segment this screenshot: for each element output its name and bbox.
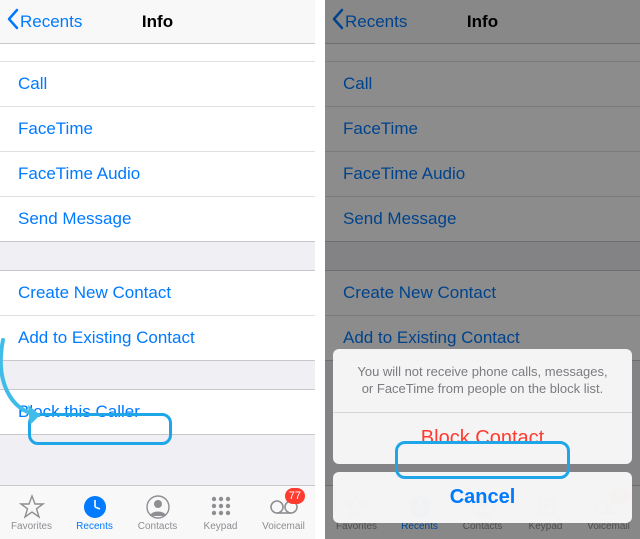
back-button[interactable]: Recents	[6, 8, 82, 35]
page-title: Info	[142, 12, 173, 32]
tab-voicemail[interactable]: 77 Voicemail	[252, 486, 315, 539]
sheet-message: You will not receive phone calls, messag…	[333, 349, 632, 413]
star-icon	[19, 494, 45, 520]
content: Call FaceTime FaceTime Audio Send Messag…	[0, 44, 315, 485]
tab-label: Favorites	[11, 521, 52, 532]
actions-group-3: Block this Caller	[0, 389, 315, 435]
actions-group-1: Call FaceTime FaceTime Audio Send Messag…	[0, 44, 315, 242]
screens-gap	[315, 0, 325, 539]
call-row[interactable]: Call	[0, 62, 315, 107]
add-existing-contact-row[interactable]: Add to Existing Contact	[0, 316, 315, 360]
tab-contacts[interactable]: Contacts	[126, 486, 189, 539]
right-screen: Recents Info Call FaceTime FaceTime Audi…	[325, 0, 640, 539]
tab-label: Recents	[76, 521, 113, 532]
truncated-row	[0, 44, 315, 62]
tab-label: Contacts	[138, 521, 177, 532]
block-contact-button[interactable]: Block Contact	[333, 413, 632, 464]
action-sheet: You will not receive phone calls, messag…	[333, 349, 632, 531]
keypad-icon	[208, 494, 234, 520]
sheet-main-group: You will not receive phone calls, messag…	[333, 349, 632, 464]
tabbar: Favorites Recents Contacts Keypad	[0, 485, 315, 539]
tab-label: Voicemail	[262, 521, 305, 532]
clock-icon	[82, 494, 108, 520]
tab-favorites[interactable]: Favorites	[0, 486, 63, 539]
sheet-cancel-group: Cancel	[333, 472, 632, 523]
voicemail-badge: 77	[285, 488, 305, 504]
send-message-row[interactable]: Send Message	[0, 197, 315, 241]
cancel-button[interactable]: Cancel	[333, 472, 632, 523]
actions-group-2: Create New Contact Add to Existing Conta…	[0, 270, 315, 361]
block-caller-row[interactable]: Block this Caller	[0, 390, 315, 434]
facetime-audio-row[interactable]: FaceTime Audio	[0, 152, 315, 197]
tab-label: Keypad	[204, 521, 238, 532]
facetime-row[interactable]: FaceTime	[0, 107, 315, 152]
tab-recents[interactable]: Recents	[63, 486, 126, 539]
left-screen: Recents Info Call FaceTime FaceTime Audi…	[0, 0, 315, 539]
create-contact-row[interactable]: Create New Contact	[0, 271, 315, 316]
back-label: Recents	[20, 12, 82, 32]
navbar: Recents Info	[0, 0, 315, 44]
person-icon	[145, 494, 171, 520]
tab-keypad[interactable]: Keypad	[189, 486, 252, 539]
chevron-left-icon	[6, 8, 20, 35]
